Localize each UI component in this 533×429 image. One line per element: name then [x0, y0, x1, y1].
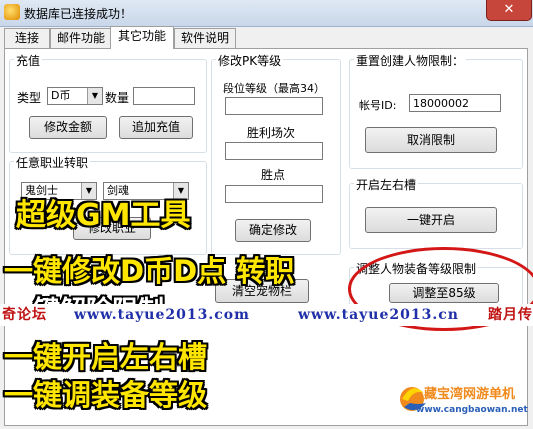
banner-left-text: 奇论坛: [2, 307, 47, 323]
tab-other[interactable]: 其它功能: [110, 26, 174, 49]
pk-title: 修改PK等级: [216, 52, 284, 69]
amount-label: 数量: [105, 91, 130, 105]
type-label: 类型: [17, 91, 42, 105]
overlay-line-gm-tool: 超级GM工具: [16, 198, 191, 233]
account-id-input[interactable]: 18000002: [409, 94, 501, 112]
add-recharge-button[interactable]: 追加充值: [119, 116, 193, 139]
currency-select-value: D币: [51, 89, 71, 102]
currency-select[interactable]: D币 ▼: [47, 87, 103, 105]
watermark-banner: 奇论坛 www.tayue2013.com www.tayue2013.cn 踏…: [0, 304, 533, 326]
wins-input[interactable]: [225, 142, 323, 160]
job-change-title: 任意职业转职: [14, 154, 91, 171]
app-icon: [4, 4, 20, 20]
tab-help[interactable]: 软件说明: [174, 28, 236, 48]
points-label: 胜点: [261, 168, 286, 182]
confirm-pk-button[interactable]: 确定修改: [235, 219, 311, 242]
rank-input[interactable]: [225, 97, 323, 115]
banner-url-cn: www.tayue2013.cn: [298, 307, 459, 323]
banner-url-com: www.tayue2013.com: [74, 307, 250, 323]
cancel-limit-button[interactable]: 取消限制: [365, 127, 497, 153]
reset-limit-title: 重置创建人物限制：: [354, 52, 467, 69]
rank-label: 段位等级（最高34）: [223, 82, 325, 95]
overlay-line-equip: 一键调装备等级: [4, 378, 208, 412]
window-title: 数据库已连接成功！: [24, 7, 133, 21]
tab-connect[interactable]: 连接: [4, 28, 50, 48]
tab-mail[interactable]: 邮件功能: [50, 28, 112, 48]
overlay-line-slots: 一键开启左右槽: [4, 340, 208, 374]
close-button[interactable]: ✕: [486, 0, 532, 21]
overlay-line-modify: 一键修改D币D点 转职: [4, 254, 295, 288]
account-id-label: 帐号ID:: [359, 99, 397, 112]
logo-name: 藏宝湾网游单机: [424, 387, 516, 402]
open-slots-button[interactable]: 一键开启: [365, 207, 497, 233]
modify-amount-button[interactable]: 修改金额: [29, 116, 107, 139]
slots-title: 开启左右槽: [354, 176, 419, 193]
banner-end-text: 踏月传: [488, 307, 533, 323]
wins-label: 胜利场次: [247, 126, 296, 140]
logo-url: www.cangbaowan.net: [416, 405, 528, 415]
points-input[interactable]: [225, 185, 323, 203]
amount-input[interactable]: [133, 87, 195, 105]
recharge-title: 充值: [14, 52, 43, 69]
site-logo: 藏宝湾网游单机 www.cangbaowan.net: [396, 375, 532, 425]
chevron-down-icon: ▼: [87, 88, 102, 104]
